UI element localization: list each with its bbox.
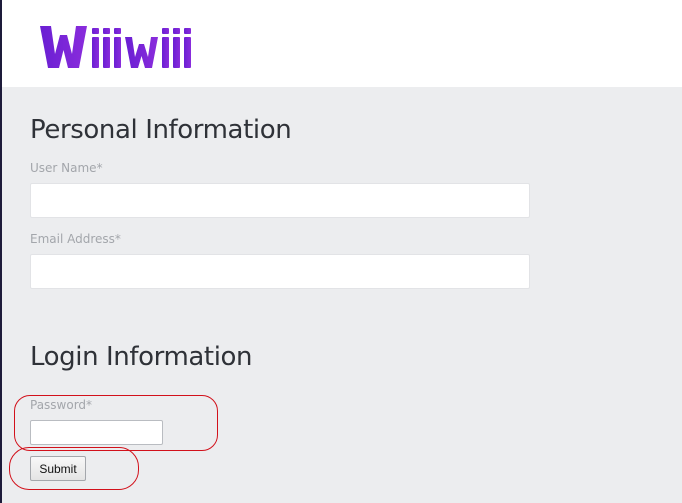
password-highlight-annotation <box>14 395 218 451</box>
email-input[interactable] <box>30 254 530 289</box>
submit-highlight-annotation <box>9 447 139 490</box>
header <box>2 0 682 87</box>
username-label: User Name* <box>30 161 103 175</box>
personal-info-heading: Personal Information <box>30 115 292 145</box>
registration-form: Personal Information User Name* Email Ad… <box>2 87 682 503</box>
email-label: Email Address* <box>30 232 121 246</box>
login-info-heading: Login Information <box>30 342 253 372</box>
brand-logo[interactable] <box>38 20 214 72</box>
username-input[interactable] <box>30 183 530 218</box>
